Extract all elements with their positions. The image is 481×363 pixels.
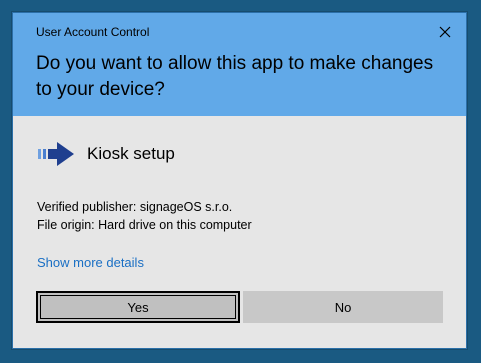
close-icon	[439, 26, 451, 38]
arrow-right-icon	[37, 141, 75, 167]
dialog-caption: User Account Control	[36, 25, 150, 39]
dialog-header: User Account Control Do you want to allo…	[13, 13, 466, 116]
app-info: Kiosk setup	[37, 141, 175, 167]
dialog-question: Do you want to allow this app to make ch…	[36, 53, 434, 100]
origin-text: File origin: Hard drive on this computer	[37, 218, 252, 232]
app-details: Verified publisher: signageOS s.r.o. Fil…	[37, 198, 252, 234]
uac-dialog: User Account Control Do you want to allo…	[12, 12, 467, 349]
no-button[interactable]: No	[243, 291, 443, 323]
yes-button[interactable]: Yes	[36, 291, 240, 323]
show-more-details-link[interactable]: Show more details	[37, 255, 144, 270]
app-name: Kiosk setup	[87, 144, 175, 163]
publisher-text: Verified publisher: signageOS s.r.o.	[37, 200, 233, 214]
close-button[interactable]	[434, 21, 456, 43]
